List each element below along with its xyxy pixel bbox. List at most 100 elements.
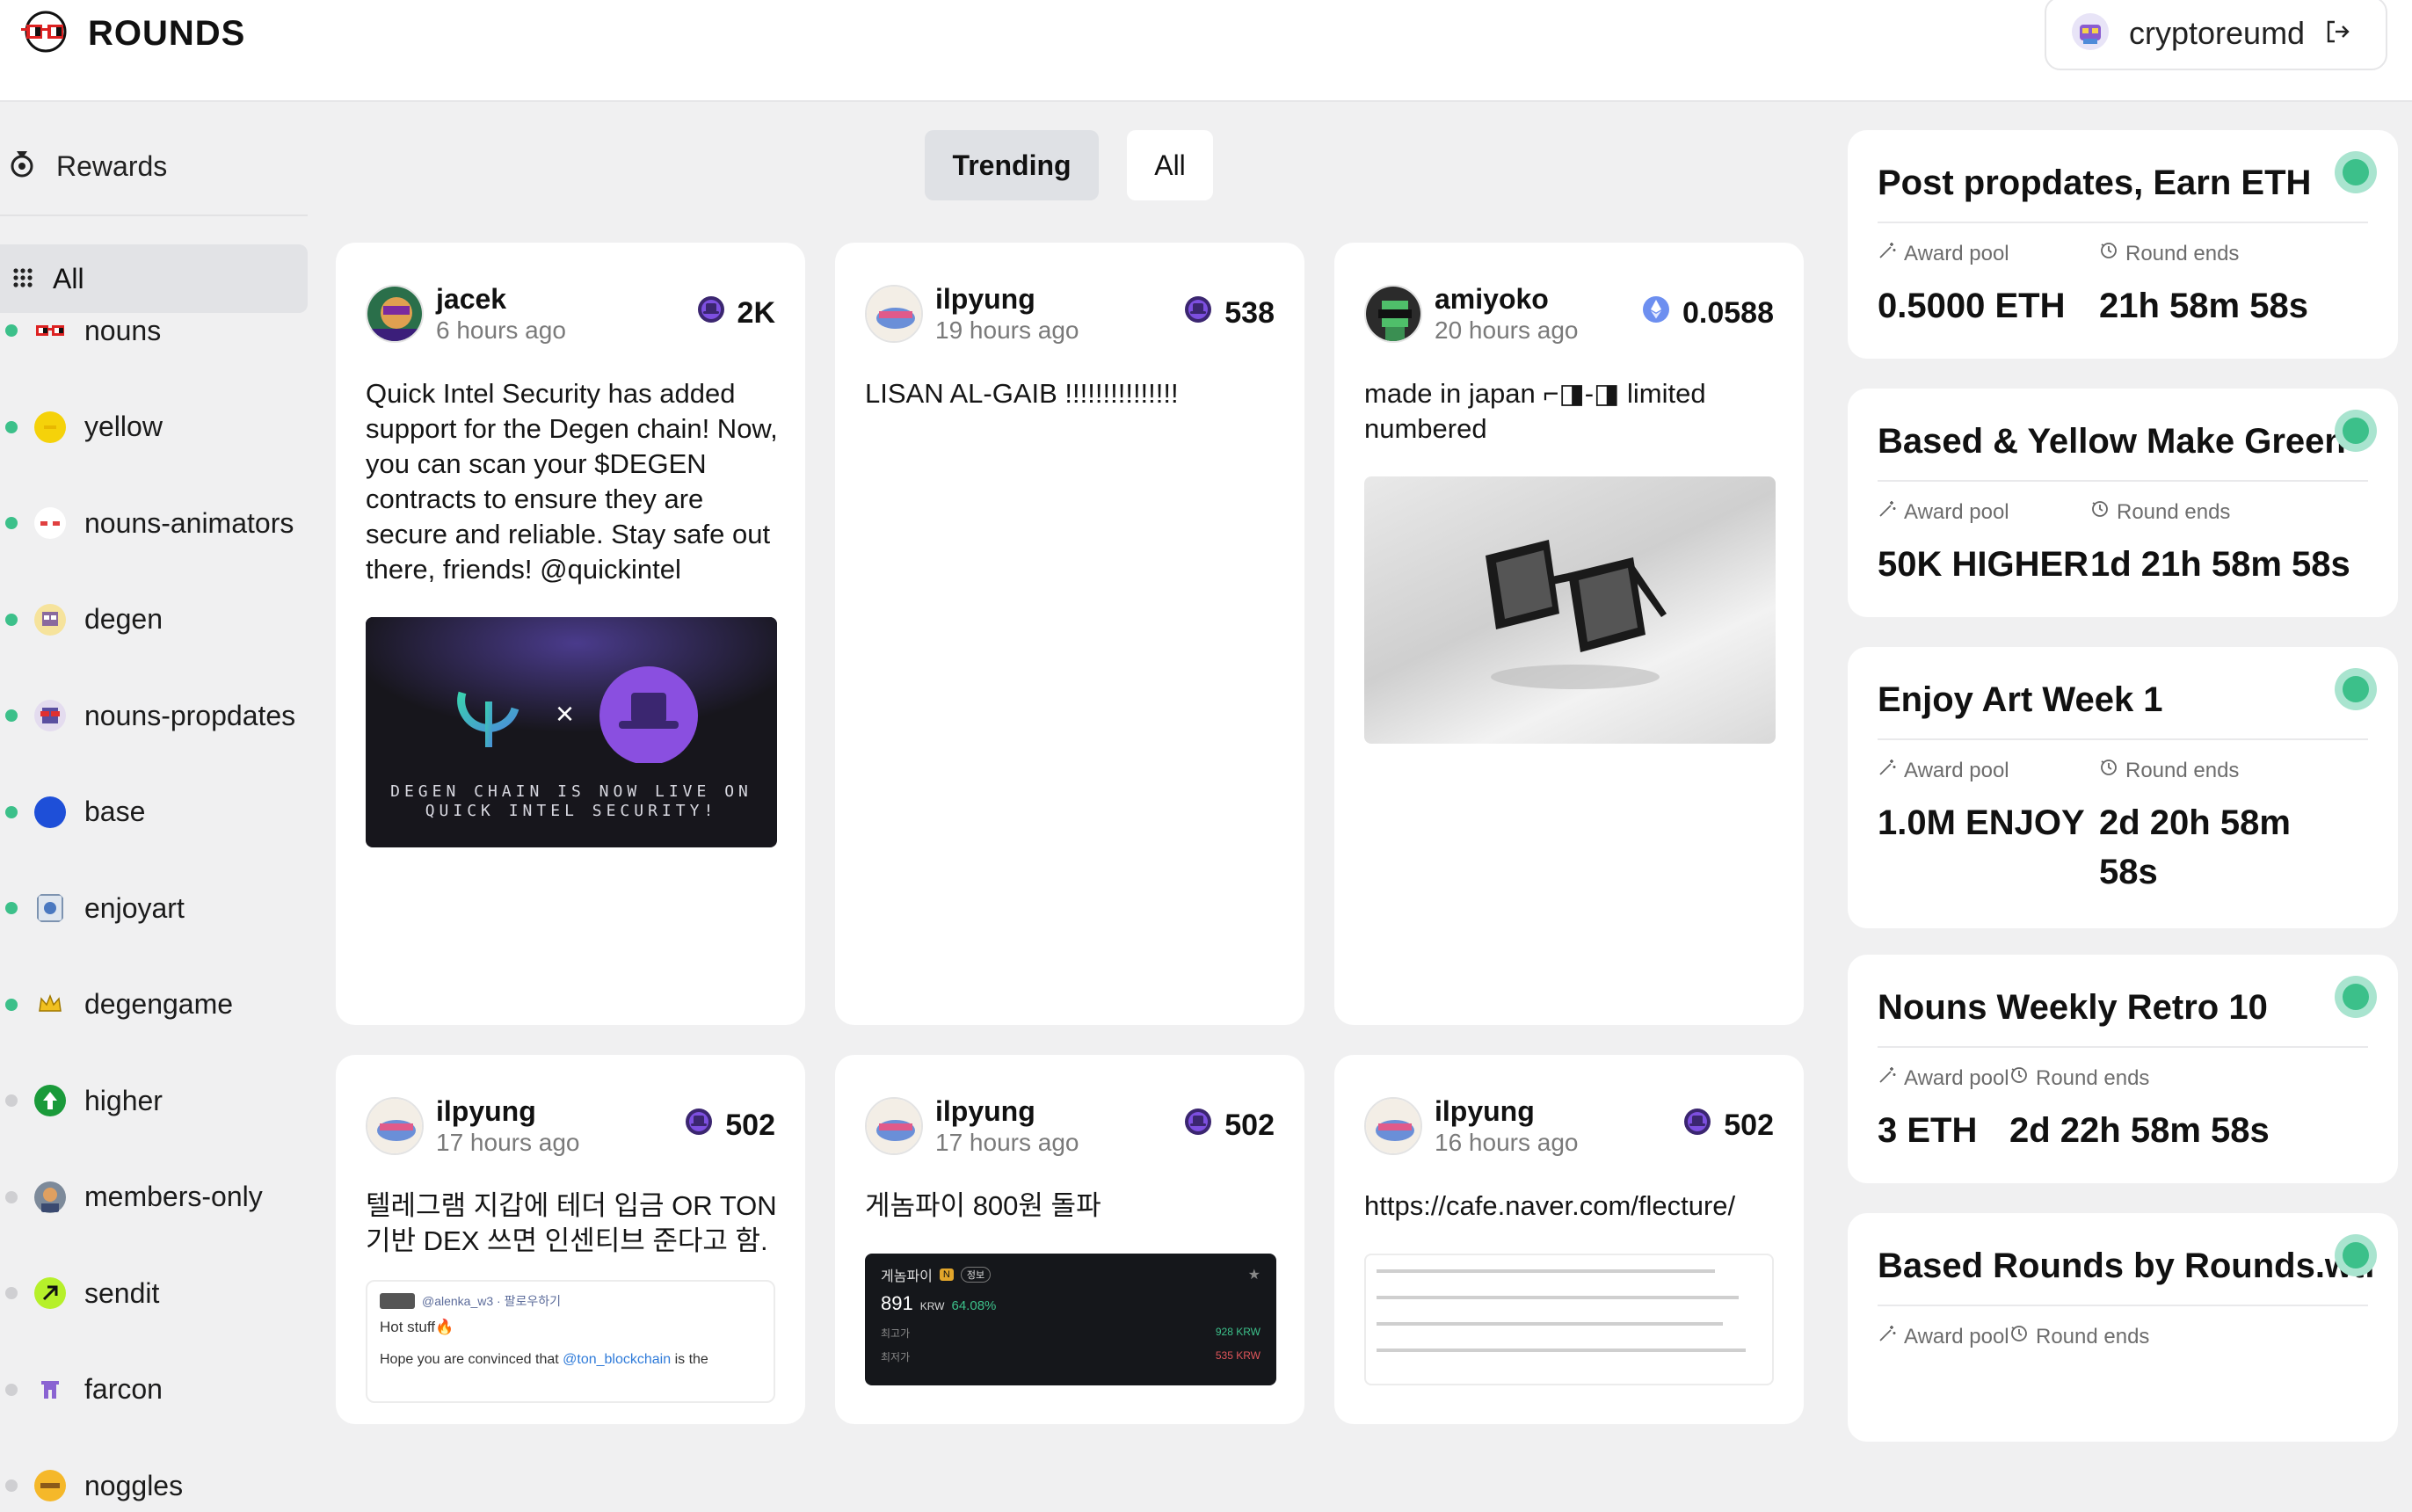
sidebar-item-base[interactable]: base <box>0 786 145 839</box>
post-card[interactable]: ilpyung 17 hours ago 502 텔레그램 지갑에 테더 입금 … <box>336 1055 805 1424</box>
username: cryptoreumd <box>2129 15 2306 51</box>
sidebar-item-label: higher <box>84 1084 163 1116</box>
post-username[interactable]: jacek <box>436 283 506 316</box>
round-divider <box>1878 480 2368 482</box>
sidebar-item-farcon[interactable]: farcon <box>0 1363 163 1416</box>
sidebar-item-nouns[interactable]: nouns <box>0 304 161 357</box>
channel-nouns-icon <box>33 314 67 347</box>
sidebar-item-nouns-animators[interactable]: nouns-animators <box>0 497 294 549</box>
award-pool-label: Award pool <box>1904 1324 2009 1348</box>
preview-line <box>1377 1296 1739 1299</box>
noggles-logo-icon <box>18 11 74 57</box>
preview-line <box>1377 1348 1747 1352</box>
sidebar-item-enjoyart[interactable]: enjoyart <box>0 882 185 934</box>
round-title[interactable]: Post propdates, Earn ETH <box>1878 164 2311 203</box>
avatar[interactable] <box>865 285 923 343</box>
sidebar-divider <box>0 214 308 216</box>
post-image[interactable]: × DEGEN CHAIN IS NOW LIVE ON QUICK INTEL… <box>366 617 777 847</box>
post-card[interactable]: ilpyung 19 hours ago 538 LISAN AL-GAIB !… <box>835 243 1304 1025</box>
tweet-mention[interactable]: @ton_blockchain <box>563 1352 671 1367</box>
all-label: All <box>53 262 84 294</box>
logo-text: ROUNDS <box>88 14 246 53</box>
tab-all[interactable]: All <box>1127 130 1213 200</box>
post-username[interactable]: ilpyung <box>1435 1095 1535 1128</box>
round-card[interactable]: Nouns Weekly Retro 10 Award pool Round end… <box>1848 955 2398 1183</box>
post-card[interactable]: ilpyung 17 hours ago 502 게놈파이 800원 돌파 게놈… <box>835 1055 1304 1424</box>
post-timestamp: 17 hours ago <box>935 1129 1079 1156</box>
avatar[interactable] <box>1364 1097 1422 1155</box>
post-text: LISAN AL-GAIB !!!!!!!!!!!!!!! <box>865 378 1179 409</box>
sidebar-item-degengame[interactable]: degengame <box>0 978 233 1031</box>
round-ends-label: Round ends <box>2117 499 2231 524</box>
sidebar-item-rewards[interactable]: Rewards <box>7 148 167 185</box>
money-bag-icon <box>7 148 37 185</box>
award-pool-label-group: Award pool <box>1878 758 2009 783</box>
status-dot <box>5 613 18 626</box>
post-link[interactable]: https://cafe.naver.com/flecture/ <box>1364 1189 1777 1224</box>
status-dot <box>5 902 18 914</box>
score-value: 2K <box>737 296 775 330</box>
award-pool-label: Award pool <box>1904 241 2009 265</box>
embedded-price-card[interactable]: 게놈파이 N 정보 ★ 891 KRW 64.08% 최고가 928 KRW 최저가 535 … <box>865 1254 1276 1385</box>
award-pool-label-group: Award pool <box>1878 499 2009 525</box>
round-card[interactable]: Enjoy Art Week 1 Award pool Round ends 1.0M… <box>1848 647 2398 928</box>
sidebar: Rewards All nouns yellow nouns-animators de… <box>0 102 309 1501</box>
post-username[interactable]: amiyoko <box>1435 283 1549 316</box>
sidebar-item-degen[interactable]: degen <box>0 593 163 646</box>
star-icon[interactable]: ★ <box>1248 1266 1260 1283</box>
avatar[interactable] <box>366 1097 424 1155</box>
sidebar-item-sendit[interactable]: sendit <box>0 1267 159 1319</box>
award-pool-value: 3 ETH <box>1878 1111 1978 1150</box>
channel-degengame-icon <box>33 988 67 1021</box>
round-title[interactable]: Based & Yellow Make Green <box>1878 422 2346 462</box>
post-username[interactable]: ilpyung <box>436 1095 536 1128</box>
tab-trending[interactable]: Trending <box>925 130 1099 200</box>
award-pool-label: Award pool <box>1904 758 2009 782</box>
tweet-text: Hope you are convinced that <box>380 1352 563 1367</box>
round-card[interactable]: Based Rounds by Rounds.wtf Award pool Roun… <box>1848 1213 2398 1442</box>
user-menu-button[interactable]: cryptoreumd <box>2045 0 2387 70</box>
logo[interactable]: ROUNDS <box>18 11 245 57</box>
round-title[interactable]: Nouns Weekly Retro 10 <box>1878 988 2268 1028</box>
sidebar-item-nouns-propdates[interactable]: nouns-propdates <box>0 689 295 742</box>
avatar[interactable] <box>366 285 424 343</box>
post-image[interactable] <box>1364 476 1776 744</box>
sidebar-item-higher[interactable]: higher <box>0 1074 163 1127</box>
round-divider <box>1878 1305 2368 1306</box>
post-username[interactable]: ilpyung <box>935 1095 1035 1128</box>
channel-higher-icon <box>33 1084 67 1117</box>
logout-icon[interactable] <box>2324 18 2350 49</box>
clock-icon <box>2099 241 2118 266</box>
sidebar-item-all[interactable]: All <box>0 244 308 313</box>
tweet-text-end: is the <box>671 1352 708 1367</box>
channel-farcon-icon <box>33 1373 67 1407</box>
tweet-handle: @alenka_w3 · 팔로우하기 <box>422 1294 561 1308</box>
grid-icon <box>12 263 33 295</box>
post-card[interactable]: amiyoko 20 hours ago 0.0588 made in japa… <box>1334 243 1804 1025</box>
embedded-tweet[interactable]: @alenka_w3 · 팔로우하기 Hot stuff🔥 Hope you a… <box>366 1280 775 1403</box>
round-status-indicator <box>2335 410 2377 452</box>
low-label: 최저가 <box>881 1351 911 1363</box>
avatar[interactable] <box>865 1097 923 1155</box>
round-title[interactable]: Based Rounds by Rounds.wtf <box>1878 1247 2376 1286</box>
sidebar-item-label: enjoyart <box>84 891 185 924</box>
avatar[interactable] <box>1364 285 1422 343</box>
round-title[interactable]: Enjoy Art Week 1 <box>1878 680 2163 720</box>
post-card[interactable]: ilpyung 16 hours ago 502 https://cafe.na… <box>1334 1055 1804 1424</box>
round-card[interactable]: Based & Yellow Make Green Award pool Round… <box>1848 389 2398 617</box>
link-preview[interactable] <box>1364 1254 1774 1385</box>
sidebar-item-label: base <box>84 796 146 827</box>
status-dot <box>5 805 18 818</box>
post-username[interactable]: ilpyung <box>935 283 1035 316</box>
sparkle-icon <box>1878 758 1897 783</box>
sidebar-item-noggles[interactable]: noggles <box>0 1459 183 1512</box>
post-card[interactable]: jacek 6 hours ago 2K Quick Intel Securit… <box>336 243 805 1025</box>
status-dot <box>5 420 18 433</box>
sidebar-item-yellow[interactable]: yellow <box>0 401 163 454</box>
eth-icon <box>1642 295 1670 331</box>
degen-hat-icon <box>685 1108 713 1144</box>
round-card[interactable]: Post propdates, Earn ETH Award pool Round … <box>1848 130 2398 359</box>
sidebar-item-members-only[interactable]: members-only <box>0 1171 263 1224</box>
award-pool-value: 50K HIGHER <box>1878 545 2089 584</box>
degen-hat-icon <box>1683 1108 1711 1144</box>
